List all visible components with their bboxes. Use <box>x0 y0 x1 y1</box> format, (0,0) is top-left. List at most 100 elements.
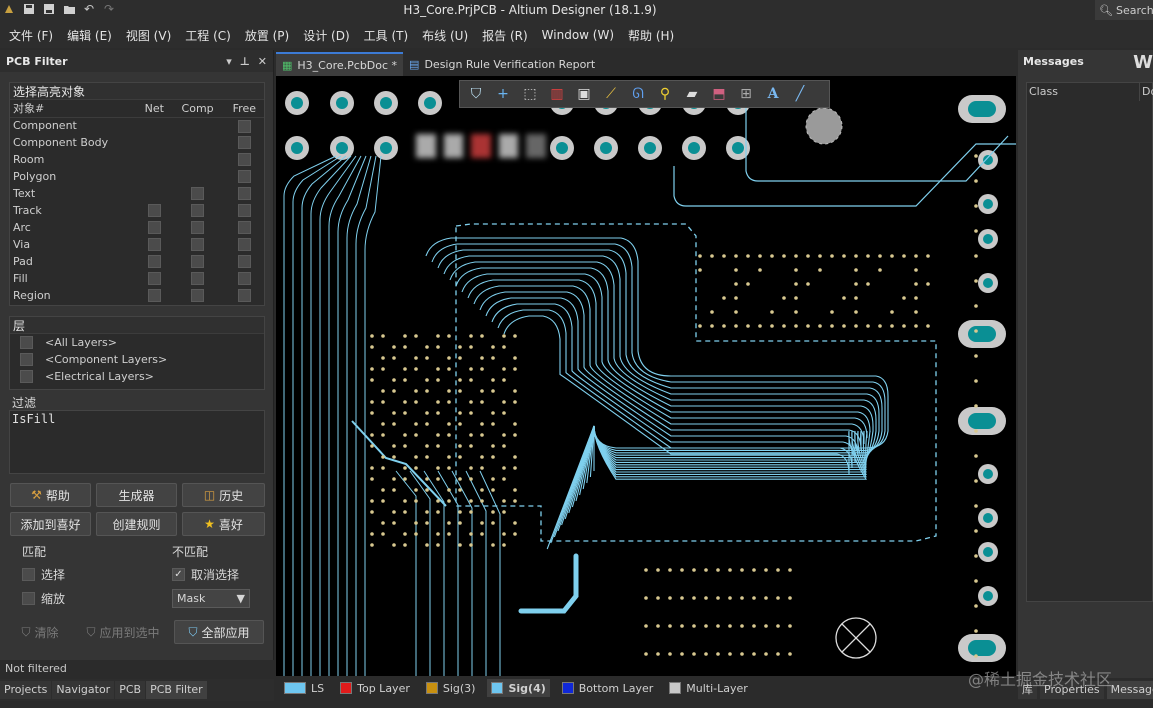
free-checkbox[interactable] <box>237 221 251 235</box>
fill-icon[interactable]: ▰ <box>680 83 704 105</box>
object-row[interactable]: Room <box>10 151 264 168</box>
filter-text-area[interactable]: IsFill <box>9 410 265 474</box>
menu-view[interactable]: 视图 (V) <box>119 27 178 44</box>
pcb-canvas[interactable]: ⛉ + ⬚ ▥ ▣ ⟋ ᘏ ⚲ ▰ ⬒ ⊞ A ╱ <box>276 76 1016 676</box>
layer-row[interactable]: <All Layers> <box>10 334 264 351</box>
free-checkbox[interactable] <box>237 153 251 167</box>
apply-selected-button[interactable]: ⛉ 应用到选中 <box>76 620 170 644</box>
comp-checkbox[interactable] <box>191 238 205 252</box>
select-option[interactable]: 选择 <box>22 566 65 583</box>
free-checkbox[interactable] <box>237 238 251 252</box>
net-checkbox[interactable] <box>147 204 161 218</box>
panel-menu-icon[interactable]: ▾ <box>226 55 232 68</box>
add-favorite-button[interactable]: 添加到喜好 <box>10 512 91 536</box>
net-checkbox[interactable] <box>147 272 161 286</box>
via-icon[interactable]: ⚲ <box>653 83 677 105</box>
menu-place[interactable]: 放置 (P) <box>238 27 296 44</box>
layer-row[interactable]: <Electrical Layers> <box>10 368 264 385</box>
comp-checkbox[interactable] <box>191 204 205 218</box>
layer-tab[interactable]: Bottom Layer <box>558 679 658 697</box>
text-icon[interactable]: A <box>761 83 785 105</box>
diff-pair-icon[interactable]: ᘏ <box>626 83 650 105</box>
layer-tab[interactable]: Top Layer <box>336 679 414 697</box>
menu-help[interactable]: 帮助 (H) <box>621 27 681 44</box>
create-rule-button[interactable]: 创建规则 <box>96 512 177 536</box>
layer-tab[interactable]: Sig(4) <box>487 679 550 697</box>
menu-tools[interactable]: 工具 (T) <box>357 27 416 44</box>
apply-all-button[interactable]: ⛉ 全部应用 <box>174 620 264 644</box>
tab-pcb-filter[interactable]: PCB Filter <box>146 681 207 699</box>
select-checkbox[interactable] <box>22 568 35 581</box>
align-icon[interactable]: ▥ <box>545 83 569 105</box>
route-icon[interactable]: ⟋ <box>599 83 623 105</box>
help-button[interactable]: ⚒ 帮助 <box>10 483 91 507</box>
tab-navigator[interactable]: Navigator <box>52 681 115 699</box>
free-checkbox[interactable] <box>237 136 251 150</box>
object-row[interactable]: Text <box>10 185 264 202</box>
tab-pcb[interactable]: PCB <box>115 681 146 699</box>
menu-reports[interactable]: 报告 (R) <box>475 27 535 44</box>
layer-tab[interactable]: Sig(3) <box>422 679 480 697</box>
layer-checkbox[interactable] <box>20 336 33 349</box>
free-checkbox[interactable] <box>237 187 251 201</box>
tab-messages[interactable]: Messages <box>1106 681 1153 699</box>
line-icon[interactable]: ╱ <box>788 83 812 105</box>
layer-checkbox[interactable] <box>20 370 33 383</box>
comp-checkbox[interactable] <box>191 187 205 201</box>
free-checkbox[interactable] <box>237 272 251 286</box>
clear-button[interactable]: ⛉ 清除 <box>10 620 70 644</box>
crosshair-icon[interactable]: + <box>491 83 515 105</box>
object-row[interactable]: Polygon <box>10 168 264 185</box>
object-row[interactable]: Track <box>10 202 264 219</box>
comp-checkbox[interactable] <box>191 255 205 269</box>
layer-tab[interactable]: Multi-Layer <box>665 679 752 697</box>
menu-route[interactable]: 布线 (U) <box>415 27 475 44</box>
tab-drc-report[interactable]: ▤ Design Rule Verification Report <box>403 52 601 76</box>
object-row[interactable]: Component Body <box>10 134 264 151</box>
object-row[interactable]: Arc <box>10 219 264 236</box>
tab-pcbdoc[interactable]: ▦ H3_Core.PcbDoc * <box>276 52 404 76</box>
object-row[interactable]: Fill <box>10 270 264 287</box>
free-checkbox[interactable] <box>237 204 251 218</box>
pin-icon[interactable]: ⊥ <box>240 55 250 68</box>
deselect-checkbox[interactable]: ✓ <box>172 568 185 581</box>
menu-file[interactable]: 文件 (F) <box>2 27 60 44</box>
polygon-icon[interactable]: ⬒ <box>707 83 731 105</box>
net-checkbox[interactable] <box>147 238 161 252</box>
menu-design[interactable]: 设计 (D) <box>296 27 356 44</box>
object-row[interactable]: Via <box>10 236 264 253</box>
history-button[interactable]: ◫ 历史 <box>182 483 265 507</box>
favorites-button[interactable]: ★ 喜好 <box>182 512 265 536</box>
menu-edit[interactable]: 编辑 (E) <box>60 27 119 44</box>
deselect-option[interactable]: ✓ 取消选择 <box>172 566 239 583</box>
mask-dropdown[interactable]: Mask ▼ <box>172 589 250 608</box>
comp-checkbox[interactable] <box>191 289 205 303</box>
menu-window[interactable]: Window (W) <box>535 28 621 42</box>
free-checkbox[interactable] <box>237 170 251 184</box>
free-checkbox[interactable] <box>237 289 251 303</box>
zoom-checkbox[interactable] <box>22 592 35 605</box>
search-box[interactable]: 🔍︎ Search <box>1095 0 1153 20</box>
tab-projects[interactable]: Projects <box>0 681 52 699</box>
free-checkbox[interactable] <box>237 255 251 269</box>
layer-checkbox[interactable] <box>20 353 33 366</box>
object-row[interactable]: Component <box>10 117 264 134</box>
select-area-icon[interactable]: ⬚ <box>518 83 542 105</box>
object-row[interactable]: Region <box>10 287 264 304</box>
layer-tab[interactable]: LS <box>280 679 328 697</box>
component-icon[interactable]: ▣ <box>572 83 596 105</box>
net-checkbox[interactable] <box>147 289 161 303</box>
object-row[interactable]: Pad <box>10 253 264 270</box>
layer-row[interactable]: <Component Layers> <box>10 351 264 368</box>
net-checkbox[interactable] <box>147 255 161 269</box>
net-checkbox[interactable] <box>147 221 161 235</box>
builder-button[interactable]: 生成器 <box>96 483 177 507</box>
comp-checkbox[interactable] <box>191 221 205 235</box>
dimension-icon[interactable]: ⊞ <box>734 83 758 105</box>
filter-icon[interactable]: ⛉ <box>464 83 488 105</box>
comp-checkbox[interactable] <box>191 272 205 286</box>
free-checkbox[interactable] <box>237 119 251 133</box>
close-icon[interactable]: ✕ <box>258 55 267 68</box>
menu-project[interactable]: 工程 (C) <box>178 27 238 44</box>
zoom-option[interactable]: 缩放 <box>22 590 65 607</box>
